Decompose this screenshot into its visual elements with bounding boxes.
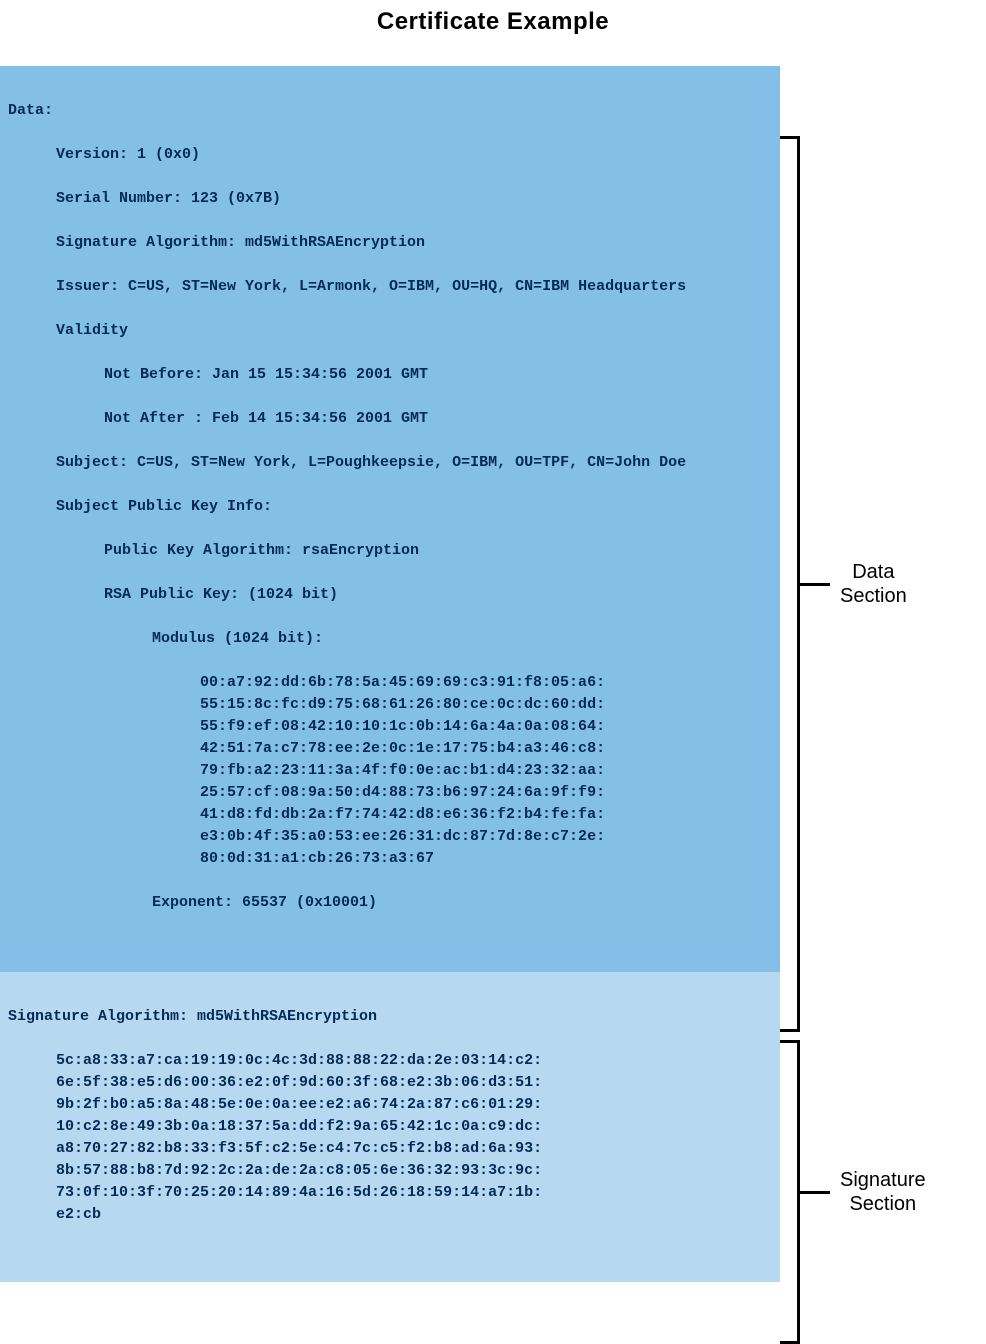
- page-title: Certificate Example: [0, 8, 986, 36]
- modulus-hex-line: 55:f9:ef:08:42:10:10:1c:0b:14:6a:4a:0a:0…: [8, 716, 772, 738]
- modulus-hex-line: 41:d8:fd:db:2a:f7:74:42:d8:e6:36:f2:b4:f…: [8, 804, 772, 826]
- signature-hex-line: 9b:2f:b0:a5:8a:48:5e:0e:0a:ee:e2:a6:74:2…: [8, 1094, 772, 1116]
- signature-hex-line: 6e:5f:38:e5:d6:00:36:e2:0f:9d:60:3f:68:e…: [8, 1072, 772, 1094]
- field-issuer: Issuer: C=US, ST=New York, L=Armonk, O=I…: [8, 276, 772, 298]
- field-serial: Serial Number: 123 (0x7B): [8, 188, 772, 210]
- signature-section-bracket: Signature Section: [780, 1040, 926, 1344]
- modulus-hex-line: 80:0d:31:a1:cb:26:73:a3:67: [8, 848, 772, 870]
- field-subject: Subject: C=US, ST=New York, L=Poughkeeps…: [8, 452, 772, 474]
- field-spki: Subject Public Key Info:: [8, 496, 772, 518]
- field-not-before: Not Before: Jan 15 15:34:56 2001 GMT: [8, 364, 772, 386]
- signature-hex-line: e2:cb: [8, 1204, 772, 1226]
- modulus-hex-line: 42:51:7a:c7:78:ee:2e:0c:1e:17:75:b4:a3:4…: [8, 738, 772, 760]
- field-rsa-key: RSA Public Key: (1024 bit): [8, 584, 772, 606]
- field-not-after: Not After : Feb 14 15:34:56 2001 GMT: [8, 408, 772, 430]
- signature-section-panel: Signature Algorithm: md5WithRSAEncryptio…: [0, 970, 780, 1282]
- data-section-panel: Data: Version: 1 (0x0) Serial Number: 12…: [0, 66, 780, 970]
- signature-hex-line: 73:0f:10:3f:70:25:20:14:89:4a:16:5d:26:1…: [8, 1182, 772, 1204]
- field-validity: Validity: [8, 320, 772, 342]
- modulus-hex-line: e3:0b:4f:35:a0:53:ee:26:31:dc:87:7d:8e:c…: [8, 826, 772, 848]
- sig-alg-line: Signature Algorithm: md5WithRSAEncryptio…: [8, 1006, 772, 1028]
- label-data: Data:: [8, 100, 772, 122]
- modulus-hex-line: 55:15:8c:fc:d9:75:68:61:26:80:ce:0c:dc:6…: [8, 694, 772, 716]
- modulus-hex-line: 79:fb:a2:23:11:3a:4f:f0:0e:ac:b1:d4:23:3…: [8, 760, 772, 782]
- field-sig-alg: Signature Algorithm: md5WithRSAEncryptio…: [8, 232, 772, 254]
- data-section-label: Data Section: [840, 560, 907, 608]
- signature-hex-line: 5c:a8:33:a7:ca:19:19:0c:4c:3d:88:88:22:d…: [8, 1050, 772, 1072]
- data-section-bracket: Data Section: [780, 136, 907, 1032]
- field-exponent: Exponent: 65537 (0x10001): [8, 892, 772, 914]
- field-pk-alg: Public Key Algorithm: rsaEncryption: [8, 540, 772, 562]
- certificate-diagram: Data: Version: 1 (0x0) Serial Number: 12…: [0, 66, 986, 1282]
- signature-hex-line: 8b:57:88:b8:7d:92:2c:2a:de:2a:c8:05:6e:3…: [8, 1160, 772, 1182]
- signature-hex-line: a8:70:27:82:b8:33:f3:5f:c2:5e:c4:7c:c5:f…: [8, 1138, 772, 1160]
- field-version: Version: 1 (0x0): [8, 144, 772, 166]
- field-modulus: Modulus (1024 bit):: [8, 628, 772, 650]
- signature-section-label: Signature Section: [840, 1168, 926, 1216]
- modulus-hex-line: 00:a7:92:dd:6b:78:5a:45:69:69:c3:91:f8:0…: [8, 672, 772, 694]
- modulus-hex-line: 25:57:cf:08:9a:50:d4:88:73:b6:97:24:6a:9…: [8, 782, 772, 804]
- signature-hex-line: 10:c2:8e:49:3b:0a:18:37:5a:dd:f2:9a:65:4…: [8, 1116, 772, 1138]
